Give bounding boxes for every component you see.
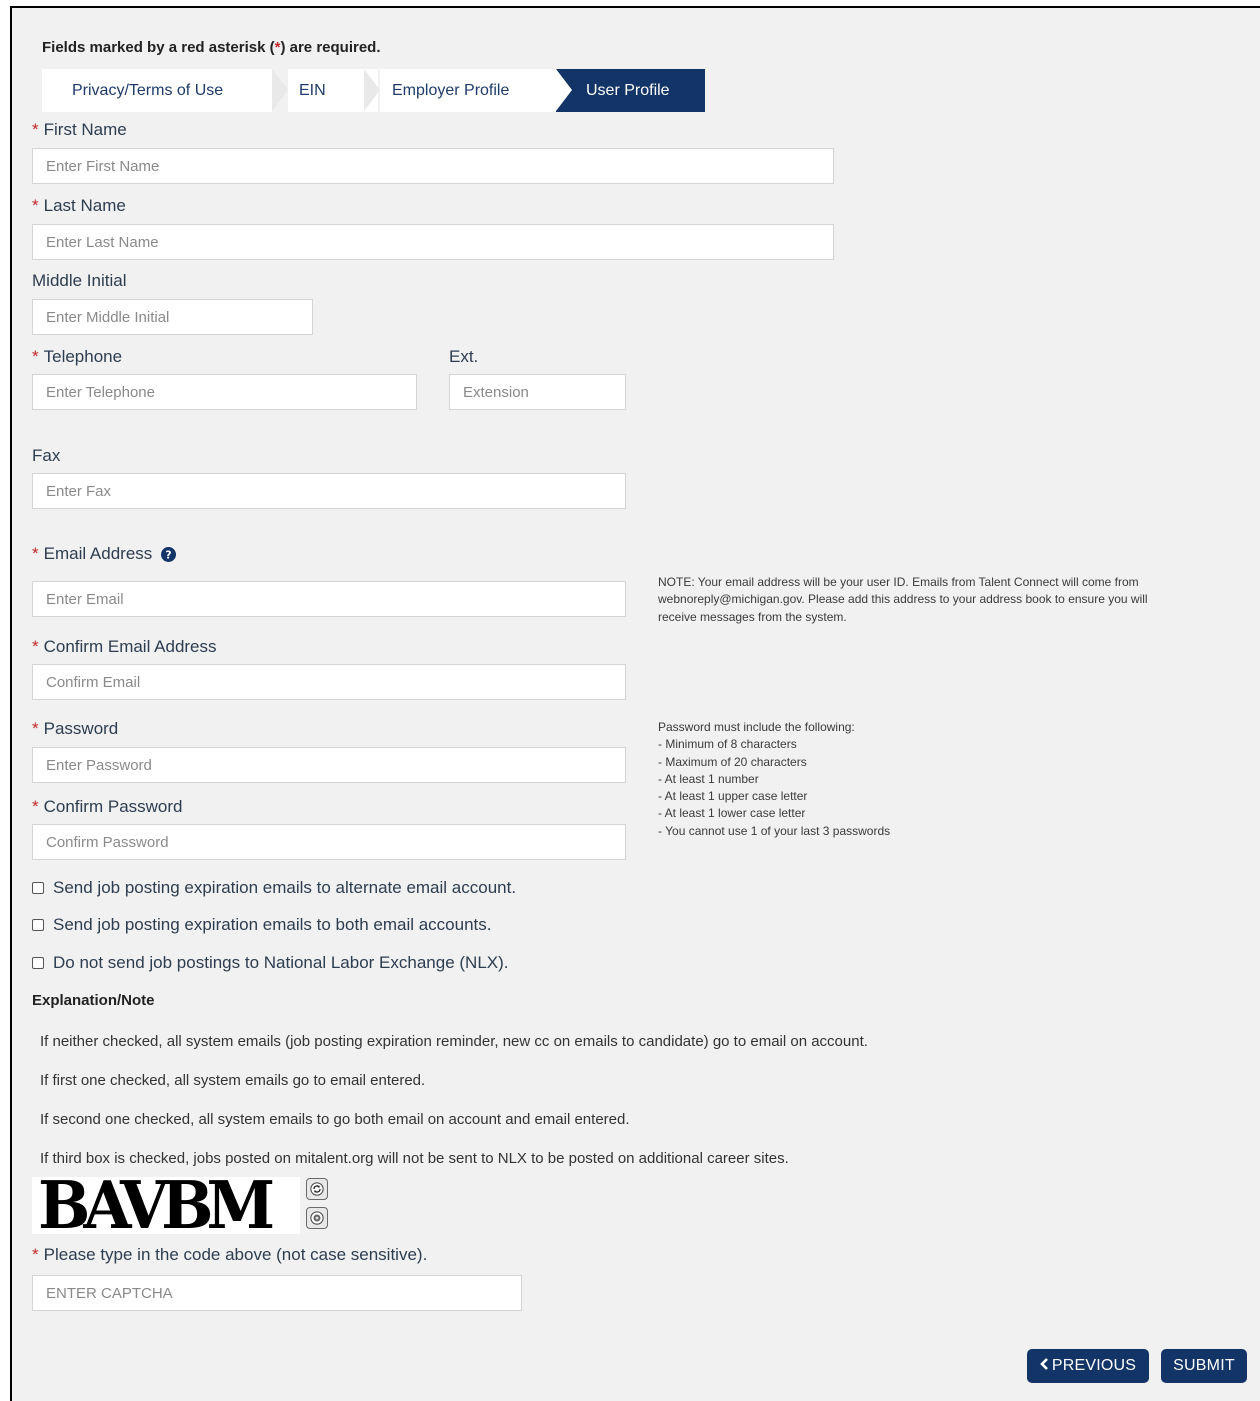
telephone-label: * Telephone <box>32 347 123 366</box>
extension-label: Ext. <box>449 347 479 366</box>
captcha-image: BAVBM <box>32 1177 300 1234</box>
email-note: NOTE: Your email address will be your us… <box>658 575 1148 624</box>
form-panel: Fields marked by a red asterisk (*) are … <box>10 6 1260 1401</box>
captcha-label: * Please type in the code above (not case… <box>32 1245 428 1264</box>
no-nlx-option[interactable]: Do not send job postings to National Lab… <box>32 953 509 973</box>
refresh-icon[interactable] <box>306 1178 328 1200</box>
password-input[interactable] <box>32 747 626 783</box>
confirm-email-label: * Confirm Email Address <box>32 637 217 656</box>
wizard-steps: Privacy/Terms of Use EIN Employer Profil… <box>42 69 705 112</box>
required-fields-note: Fields marked by a red asterisk (*) are … <box>42 39 381 56</box>
last-name-label: * Last Name <box>32 196 126 215</box>
confirm-password-input[interactable] <box>32 824 626 860</box>
both-emails-checkbox[interactable] <box>32 919 44 931</box>
password-rules: Password must include the following: - M… <box>658 720 891 838</box>
chevron-left-icon <box>1040 1357 1049 1375</box>
alternate-email-option[interactable]: Send job posting expiration emails to al… <box>32 878 516 898</box>
audio-icon[interactable] <box>306 1207 328 1229</box>
explanation-line: If neither checked, all system emails (j… <box>40 1033 868 1050</box>
fax-input[interactable] <box>32 473 626 509</box>
step-employer-profile[interactable]: Employer Profile <box>380 69 556 112</box>
alternate-email-checkbox[interactable] <box>32 882 44 894</box>
middle-initial-label: Middle Initial <box>32 271 127 290</box>
email-label: * Email Address ? <box>32 544 177 564</box>
explanation-line: If first one checked, all system emails … <box>40 1072 426 1089</box>
first-name-label: * First Name <box>32 120 127 139</box>
captcha-input[interactable] <box>32 1275 522 1311</box>
both-emails-option[interactable]: Send job posting expiration emails to bo… <box>32 915 491 935</box>
no-nlx-checkbox[interactable] <box>32 957 44 969</box>
first-name-input[interactable] <box>32 148 834 184</box>
password-label: * Password <box>32 719 119 738</box>
explanation-line: If third box is checked, jobs posted on … <box>40 1150 789 1167</box>
svg-text:?: ? <box>166 548 172 561</box>
last-name-input[interactable] <box>32 224 834 260</box>
telephone-input[interactable] <box>32 374 417 410</box>
fax-label: Fax <box>32 446 61 465</box>
explanation-line: If second one checked, all system emails… <box>40 1111 630 1128</box>
step-separator <box>272 69 288 111</box>
question-circle-icon[interactable]: ? <box>161 546 177 562</box>
step-user-profile[interactable]: User Profile <box>556 69 705 112</box>
email-input[interactable] <box>32 581 626 617</box>
middle-initial-input[interactable] <box>32 299 313 335</box>
confirm-password-label: * Confirm Password <box>32 797 183 816</box>
step-separator <box>364 69 380 111</box>
step-privacy-terms[interactable]: Privacy/Terms of Use <box>42 69 272 112</box>
explanation-title: Explanation/Note <box>32 992 155 1009</box>
extension-input[interactable] <box>449 374 626 410</box>
confirm-email-input[interactable] <box>32 664 626 700</box>
submit-button[interactable]: SUBMIT <box>1161 1349 1247 1383</box>
step-separator <box>556 69 572 111</box>
previous-button[interactable]: PREVIOUS <box>1027 1349 1149 1383</box>
